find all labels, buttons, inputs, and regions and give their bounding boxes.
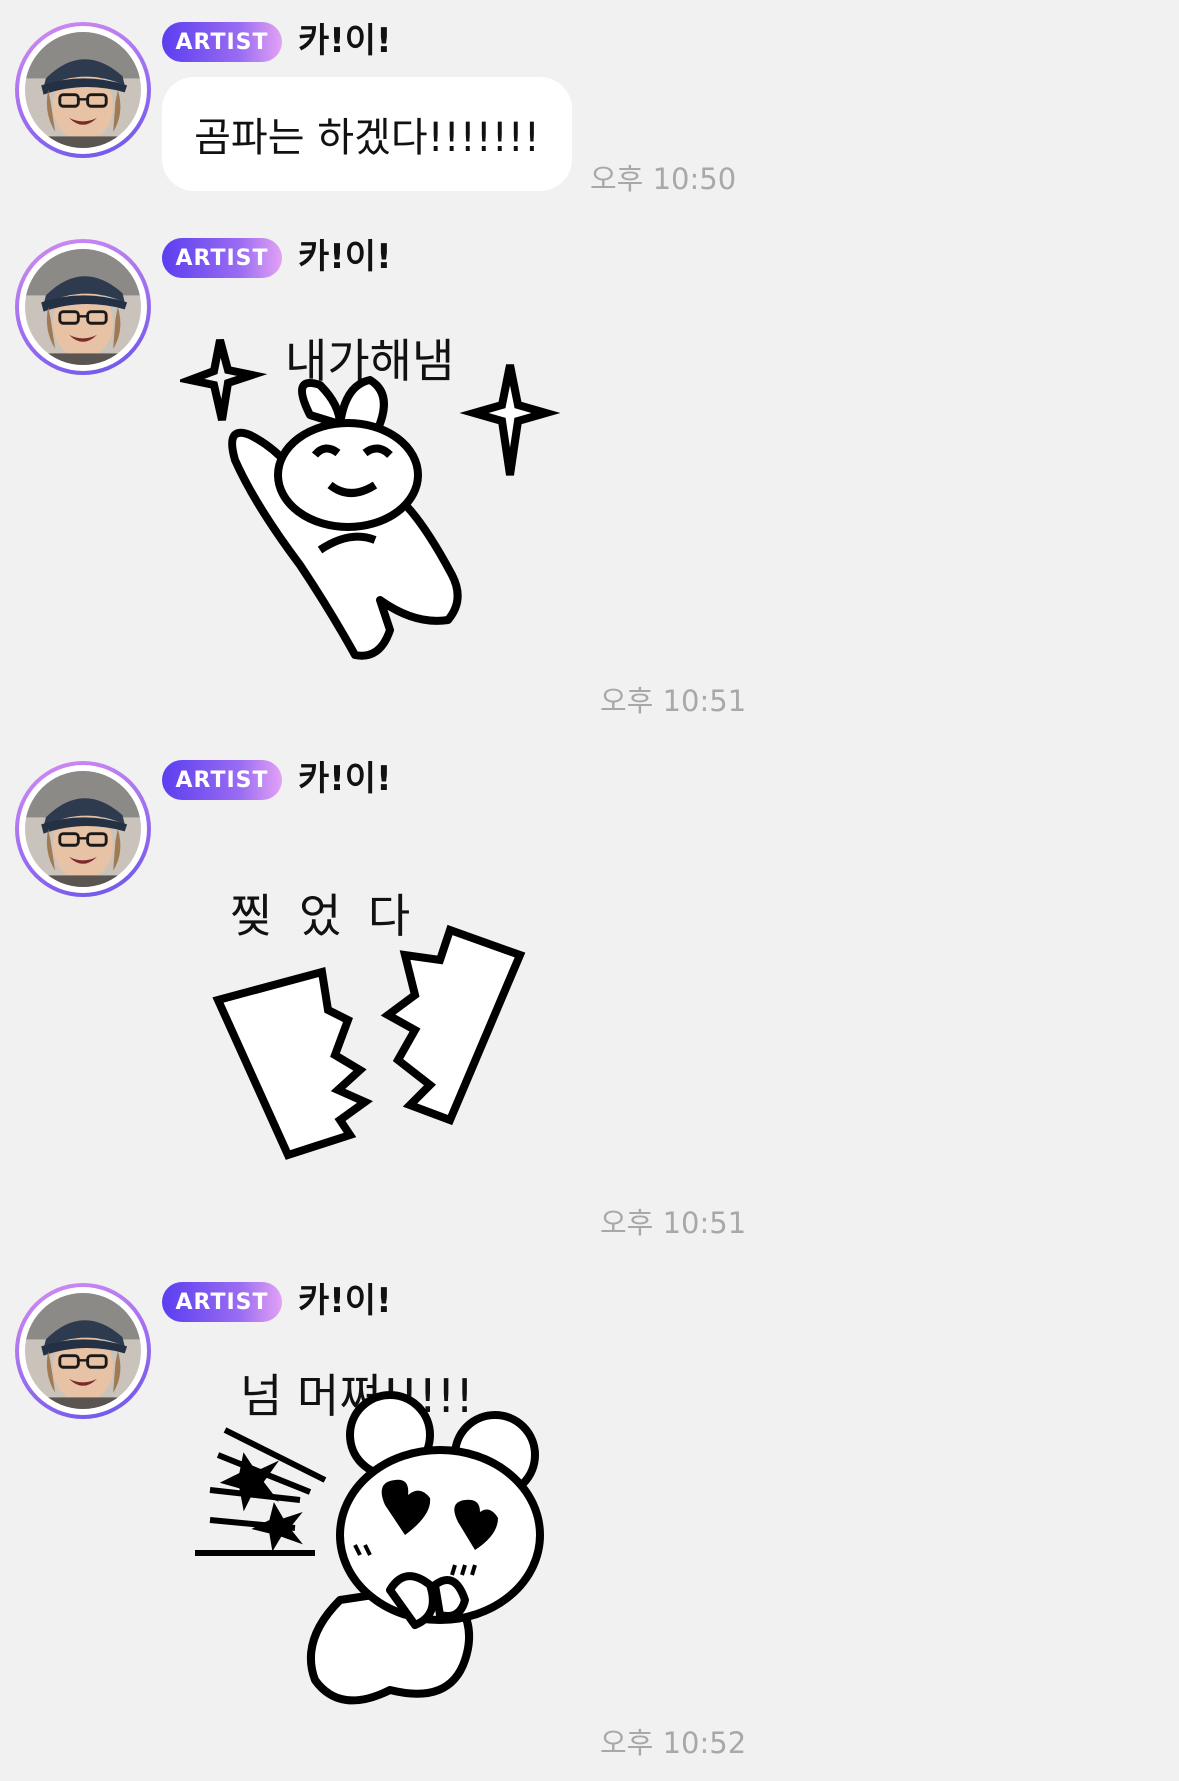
torn-paper-icon — [212, 924, 526, 1160]
message-time: 오후 10:51 — [600, 1206, 747, 1240]
sparkle-icon — [459, 364, 560, 476]
sender-name[interactable]: 카!이! — [298, 1281, 392, 1321]
sticker-text: 찢 었 다 — [230, 889, 416, 943]
avatar-image — [25, 249, 141, 365]
message-time: 오후 10:50 — [590, 162, 737, 196]
sender-avatar[interactable] — [15, 761, 151, 897]
torn-paper-sticker[interactable]: 찢 었 다 — [210, 880, 540, 1170]
sender-name[interactable]: 카!이! — [298, 237, 392, 277]
speed-lines-icon — [195, 1427, 327, 1556]
avatar-image — [25, 1293, 141, 1409]
bear-icon — [306, 1391, 544, 1705]
sparkle-icon — [180, 338, 268, 421]
artist-badge: ARTIST — [162, 760, 282, 800]
avatar-image — [25, 771, 141, 887]
bunny-sparkles-sticker[interactable]: 내가해냄 — [180, 325, 560, 675]
message-time: 오후 10:51 — [600, 684, 747, 718]
artist-badge: ARTIST — [162, 238, 282, 278]
sender-name[interactable]: 카!이! — [298, 759, 392, 799]
sender-avatar[interactable] — [15, 239, 151, 375]
sender-name[interactable]: 카!이! — [298, 21, 392, 61]
artist-badge: ARTIST — [162, 22, 282, 62]
message-time: 오후 10:52 — [600, 1726, 747, 1760]
sender-avatar[interactable] — [15, 22, 151, 158]
message-bubble[interactable]: 곰파는 하겠다!!!!!!! — [162, 77, 572, 191]
artist-badge: ARTIST — [162, 1282, 282, 1322]
avatar-image — [25, 32, 141, 148]
sender-avatar[interactable] — [15, 1283, 151, 1419]
bear-heart-eyes-sticker[interactable]: 넘 머쪄!!!!! — [190, 1360, 550, 1730]
bunny-icon — [228, 376, 462, 660]
